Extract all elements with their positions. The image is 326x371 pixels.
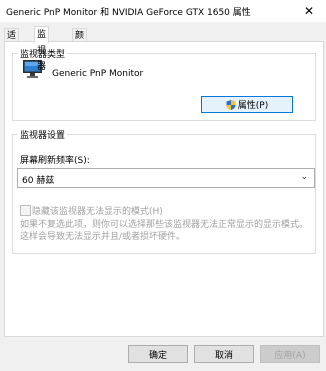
monitor-name: Generic PnP Monitor	[52, 69, 144, 79]
title-bar: Generic PnP Monitor 和 NVIDIA GeForce GTX…	[0, 0, 326, 22]
hide-modes-checkbox[interactable]	[20, 205, 31, 216]
refresh-rate-label: 屏幕刷新频率(S):	[20, 156, 90, 166]
close-icon: ✕	[303, 4, 315, 18]
hide-modes-description: 如果不复选此项，则你可以选择那些该监视器无法正常显示的显示模式。这样会导致无法显…	[20, 220, 309, 242]
refresh-rate-value: 60 赫兹	[22, 176, 55, 186]
properties-button[interactable]: 属性(P)	[201, 96, 293, 113]
properties-button-label: 属性(P)	[237, 101, 269, 111]
cancel-button[interactable]: 取消	[194, 345, 254, 363]
uac-shield-icon	[226, 99, 236, 110]
hide-modes-label: 隐藏该监视器无法显示的模式(H)	[32, 207, 163, 217]
close-button[interactable]: ✕	[292, 0, 326, 22]
ok-button[interactable]: 确定	[128, 345, 188, 363]
window-title: Generic PnP Monitor 和 NVIDIA GeForce GTX…	[6, 8, 251, 18]
refresh-rate-select[interactable]: 60 赫兹 ⌄	[17, 168, 315, 188]
chevron-down-icon: ⌄	[300, 172, 308, 182]
monitor-settings-group-label: 监视器设置	[18, 128, 68, 141]
apply-button[interactable]: 应用(A)	[260, 345, 320, 363]
tab-monitor[interactable]: 监视器	[34, 26, 50, 72]
